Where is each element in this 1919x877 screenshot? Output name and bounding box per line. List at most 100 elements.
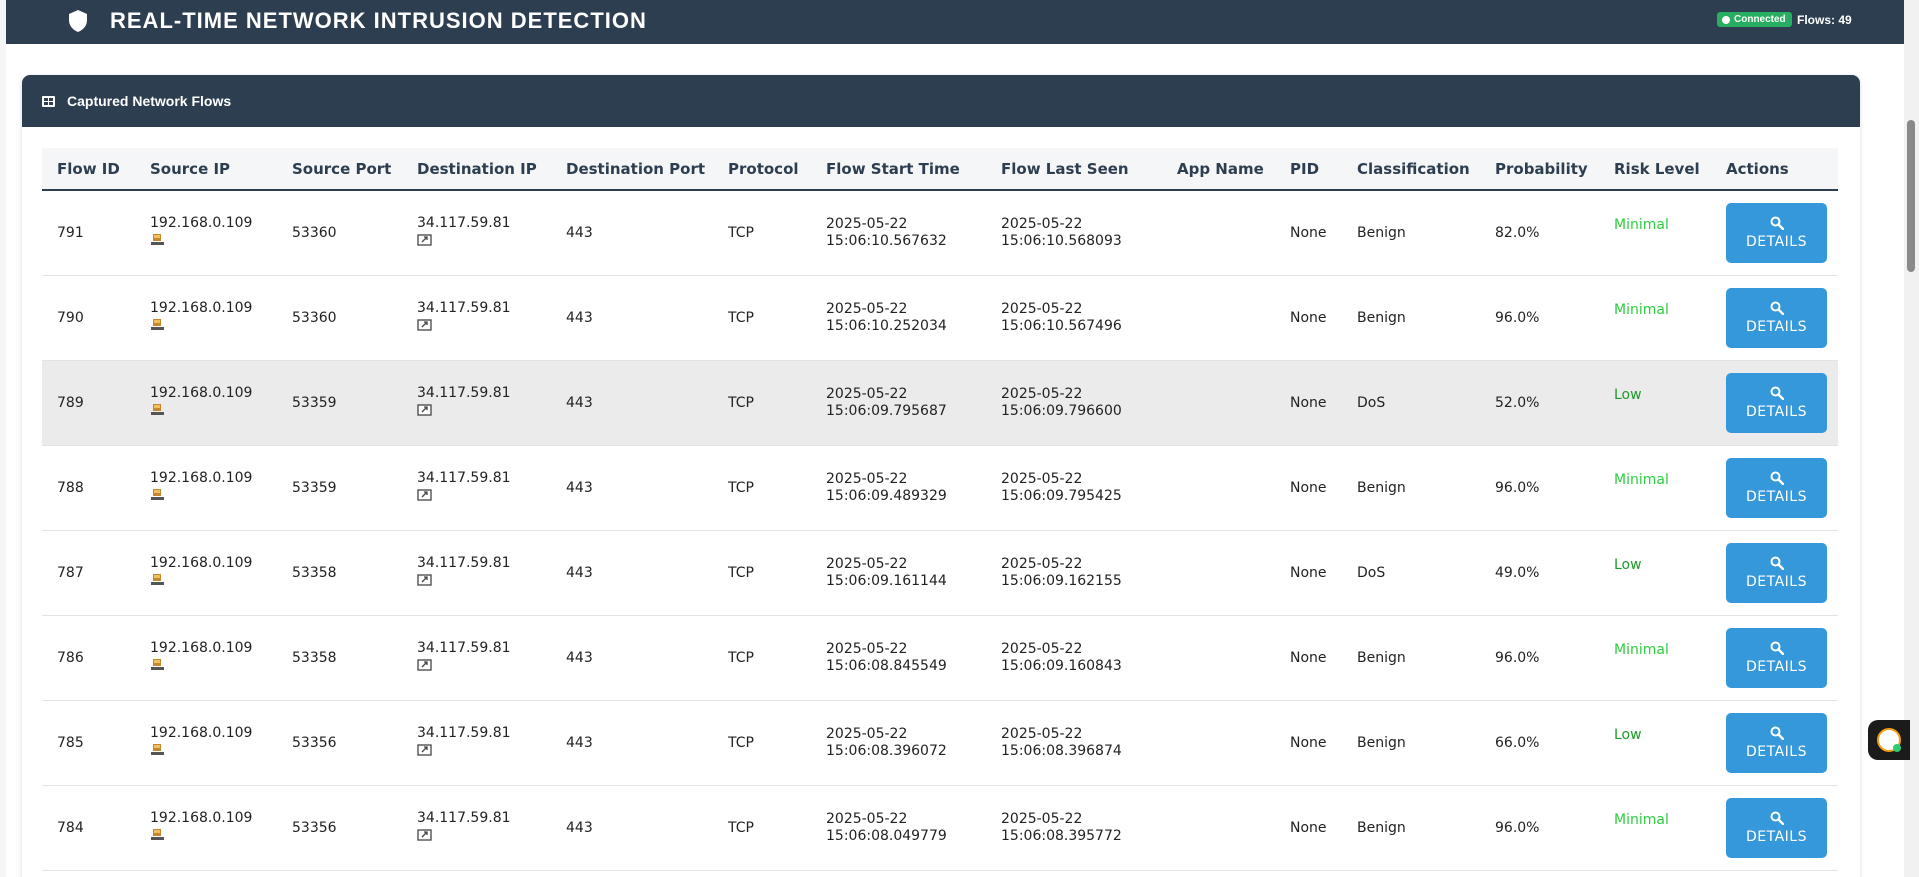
local-host-icon (151, 828, 164, 840)
col-actions: Actions (1711, 148, 1838, 191)
flow-start-time-cell: 2025-05-22 15:06:09.161144 (811, 530, 986, 615)
flow-id-cell: 790 (57, 309, 84, 326)
search-icon (1770, 726, 1784, 740)
start-time: 15:06:10.252034 (826, 317, 947, 334)
table-icon (42, 95, 55, 107)
start-date: 2025-05-22 (826, 215, 908, 232)
col-flow-last-seen[interactable]: Flow Last Seen (986, 148, 1162, 191)
classification-cell: Benign (1357, 734, 1406, 751)
flow-last-seen-cell: 2025-05-22 15:06:10.568093 (986, 190, 1162, 275)
classification-cell: Benign (1357, 649, 1406, 666)
actions-cell: DETAILS (1711, 190, 1838, 275)
flow-id-cell: 786 (57, 649, 84, 666)
source-ip[interactable]: 192.168.0.109 (150, 810, 252, 826)
details-button[interactable]: DETAILS (1726, 457, 1827, 518)
table-row: 789 192.168.0.109 53359 34.117.59.81 443 TCP 2… (42, 360, 1838, 445)
source-ip[interactable]: 192.168.0.109 (150, 470, 252, 486)
start-date: 2025-05-22 (826, 300, 908, 317)
last-seen-time: 15:06:08.396874 (1001, 742, 1122, 759)
col-source-ip[interactable]: Source IP (135, 148, 277, 191)
scrollbar-thumb[interactable] (1907, 120, 1915, 272)
app-name-cell (1162, 785, 1275, 870)
captured-flows-card: Captured Network Flows Flow ID Source IP… (22, 75, 1860, 877)
destination-ip[interactable]: 34.117.59.81 (417, 810, 511, 826)
col-destination-ip[interactable]: Destination IP (402, 148, 551, 191)
table-row: 784 192.168.0.109 53356 34.117.59.81 443 TCP 2… (42, 785, 1838, 870)
last-seen-time: 15:06:08.395772 (1001, 827, 1122, 844)
destination-ip[interactable]: 34.117.59.81 (417, 215, 511, 231)
table-row: 787 192.168.0.109 53358 34.117.59.81 443 TCP 2… (42, 530, 1838, 615)
destination-ip[interactable]: 34.117.59.81 (417, 470, 511, 486)
status-dot-icon (1722, 15, 1730, 24)
col-flow-id[interactable]: Flow ID (42, 148, 135, 191)
start-date: 2025-05-22 (826, 555, 908, 572)
last-seen-date: 2025-05-22 (1001, 300, 1083, 317)
last-seen-time: 15:06:09.160843 (1001, 657, 1122, 674)
source-ip[interactable]: 192.168.0.109 (150, 725, 252, 741)
pid-cell: None (1290, 309, 1327, 326)
actions-cell: DETAILS (1711, 445, 1838, 530)
table-header-row: Flow ID Source IP Source Port Destinatio… (42, 148, 1838, 191)
last-seen-time: 15:06:10.568093 (1001, 232, 1122, 249)
protocol-cell: TCP (728, 819, 754, 836)
connection-status-badge: Connected (1717, 12, 1792, 27)
details-button[interactable]: DETAILS (1726, 372, 1827, 433)
col-protocol[interactable]: Protocol (713, 148, 811, 191)
col-risk-level[interactable]: Risk Level (1599, 148, 1711, 191)
col-destination-port[interactable]: Destination Port (551, 148, 713, 191)
actions-cell: DETAILS (1711, 700, 1838, 785)
source-ip[interactable]: 192.168.0.109 (150, 215, 252, 231)
table-row: 786 192.168.0.109 53358 34.117.59.81 443 TCP 2… (42, 615, 1838, 700)
col-probability[interactable]: Probability (1480, 148, 1599, 191)
details-button[interactable]: DETAILS (1726, 627, 1827, 688)
source-ip[interactable]: 192.168.0.109 (150, 385, 252, 401)
source-ip[interactable]: 192.168.0.109 (150, 555, 252, 571)
probability-cell: 82.0% (1495, 224, 1540, 241)
destination-port-cell: 443 (566, 394, 593, 411)
extension-button[interactable] (1868, 720, 1910, 760)
source-ip[interactable]: 192.168.0.109 (150, 640, 252, 656)
source-ip-cell: 192.168.0.109 (135, 615, 277, 700)
pid-cell: None (1290, 649, 1327, 666)
details-button[interactable]: DETAILS (1726, 797, 1827, 858)
destination-ip[interactable]: 34.117.59.81 (417, 725, 511, 741)
app-name-cell (1162, 615, 1275, 700)
col-source-port[interactable]: Source Port (277, 148, 402, 191)
search-icon (1770, 216, 1784, 230)
col-app-name[interactable]: App Name (1162, 148, 1275, 191)
details-button[interactable]: DETAILS (1726, 542, 1827, 603)
destination-ip[interactable]: 34.117.59.81 (417, 555, 511, 571)
details-button[interactable]: DETAILS (1726, 287, 1827, 348)
start-time: 15:06:09.795687 (826, 402, 947, 419)
protocol-cell: TCP (728, 649, 754, 666)
source-port-cell: 53356 (292, 734, 337, 751)
actions-cell: DETAILS (1711, 275, 1838, 360)
protocol-cell: TCP (728, 564, 754, 581)
source-port-cell: 53359 (292, 479, 337, 496)
destination-ip[interactable]: 34.117.59.81 (417, 300, 511, 316)
external-link-icon (417, 403, 432, 416)
source-port-cell: 53358 (292, 564, 337, 581)
source-ip[interactable]: 192.168.0.109 (150, 300, 252, 316)
source-port-cell: 53356 (292, 819, 337, 836)
destination-ip[interactable]: 34.117.59.81 (417, 640, 511, 656)
col-flow-start-time[interactable]: Flow Start Time (811, 148, 986, 191)
last-seen-date: 2025-05-22 (1001, 725, 1083, 742)
details-button[interactable]: DETAILS (1726, 202, 1827, 263)
last-seen-time: 15:06:09.162155 (1001, 572, 1122, 589)
risk-level-cell: Minimal (1614, 641, 1669, 658)
col-classification[interactable]: Classification (1342, 148, 1480, 191)
col-pid[interactable]: PID (1275, 148, 1342, 191)
local-host-icon (151, 573, 164, 585)
local-host-icon (151, 658, 164, 670)
start-date: 2025-05-22 (826, 725, 908, 742)
table-row: 791 192.168.0.109 53360 34.117.59.81 443 TCP 2… (42, 190, 1838, 275)
connection-status-label: Connected (1734, 14, 1786, 25)
last-seen-date: 2025-05-22 (1001, 810, 1083, 827)
flow-last-seen-cell: 2025-05-22 15:06:09.796600 (986, 360, 1162, 445)
flow-start-time-cell: 2025-05-22 15:06:10.567632 (811, 190, 986, 275)
flow-last-seen-cell: 2025-05-22 15:06:09.162155 (986, 530, 1162, 615)
destination-ip[interactable]: 34.117.59.81 (417, 385, 511, 401)
actions-cell: DETAILS (1711, 785, 1838, 870)
details-button[interactable]: DETAILS (1726, 712, 1827, 773)
